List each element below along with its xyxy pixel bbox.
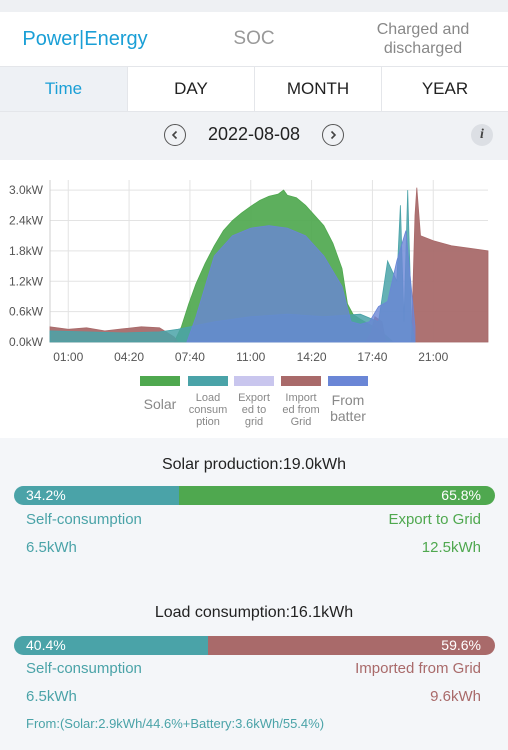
period-year-button[interactable]: YEAR [382,67,508,111]
solar-export-label: Export to Grid [388,511,481,528]
load-consumption-title: Load consumption:16.1kWh [154,604,354,621]
legend-import[interactable]: Import ed from Grid [277,376,325,428]
chevron-right-icon[interactable] [322,124,344,146]
x-tick-label: 11:00 [236,350,265,364]
power-chart-svg: 0.0kW 0.6kW 1.2kW 1.8kW 2.4kW 3.0kW 01:00 04:2… [9,180,489,364]
legend-solar-label: Solar [143,396,177,412]
solar-export-value: 12.5kWh [421,539,481,556]
load-import-label: Imported from Grid [355,660,481,677]
y-tick-label: 2.4kW [9,214,44,228]
solar-ratio-bar: 34.2% 65.8% [14,486,495,505]
solar-self-value: 6.5kWh [26,539,77,556]
load-self-segment: 40.4% [14,636,209,655]
main-tabs: Power|Energy SOC Charged and discharged [0,12,508,75]
date-navigator: 2022-08-08 [0,112,508,160]
tab-power-energy[interactable]: Power|Energy [0,12,170,66]
legend-solar-swatch [140,376,180,386]
y-tick-label: 1.2kW [9,274,44,288]
legend-load-swatch [188,376,228,386]
legend-import-label-1: Import [285,392,317,404]
period-month-button[interactable]: MONTH [255,67,382,111]
load-source-breakdown: From:(Solar:2.9kWh/44.6%+Battery:3.6kWh/… [26,716,325,731]
load-ratio-bar: 40.4% 59.6% [14,636,495,655]
legend-export[interactable]: Export ed to grid [230,376,278,428]
y-tick-label: 3.0kW [9,183,44,197]
tab-soc[interactable]: SOC [170,12,338,66]
solar-self-label: Self-consumption [26,511,142,528]
date-label: 2022-08-08 [207,124,301,144]
info-icon[interactable]: i [471,124,493,146]
x-tick-label: 14:20 [297,350,327,364]
legend-load-label-1: Load [195,392,221,404]
tab-charged-line1: Charged and [376,21,470,38]
tab-charged-discharged[interactable]: Charged and discharged [338,12,508,66]
x-tick-label: 07:40 [175,350,205,364]
legend-battery-label-2: batter [330,408,366,424]
period-time-button[interactable]: Time [0,67,128,111]
load-import-segment: 59.6% [208,636,495,655]
legend-solar[interactable]: Solar [136,376,184,412]
chevron-left-icon[interactable] [164,124,186,146]
solar-production-title: Solar production:19.0kWh [161,456,347,473]
solar-export-segment: 65.8% [178,486,495,505]
top-strip [0,0,508,12]
y-tick-label: 0.6kW [9,305,44,319]
period-day-button[interactable]: DAY [128,67,255,111]
x-tick-label: 04:20 [114,350,144,364]
energy-stats: Solar production:19.0kWh 34.2% 65.8% Sel… [0,438,508,750]
x-tick-label: 21:00 [418,350,448,364]
legend-import-label-3: Grid [290,416,312,428]
solar-self-segment: 34.2% [14,486,179,505]
y-tick-label: 1.8kW [9,244,44,258]
legend-battery-swatch [328,376,368,386]
legend-import-label-2: ed from [282,404,320,416]
load-self-label: Self-consumption [26,660,142,677]
legend-load-label-3: ption [196,416,220,428]
legend-load-label-2: consum [188,404,228,416]
legend-export-label-3: grid [244,416,264,428]
period-selector: Time DAY MONTH YEAR [0,66,508,112]
load-import-value: 9.6kWh [430,688,481,705]
x-tick-label: 01:00 [53,350,83,364]
legend-import-swatch [281,376,321,386]
y-tick-label: 0.0kW [9,335,44,349]
legend-export-swatch [234,376,274,386]
legend-export-label-2: ed to [241,404,267,416]
load-self-value: 6.5kWh [26,688,77,705]
legend-export-label-1: Export [238,392,270,404]
legend-battery[interactable]: From batter [324,376,372,424]
x-tick-label: 17:40 [357,350,387,364]
tab-charged-line2: discharged [383,40,463,57]
legend-load[interactable]: Load consum ption [184,376,232,428]
legend-battery-label-1: From [331,392,365,408]
chart-legend: Solar Load consum ption Export ed to gri… [0,376,508,436]
